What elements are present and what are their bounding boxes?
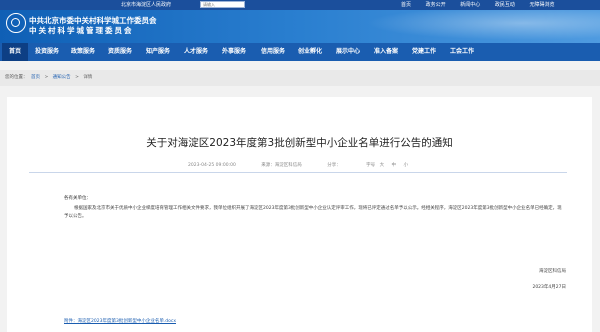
title-divider bbox=[29, 172, 567, 173]
nav-party[interactable]: 党建工作 bbox=[412, 43, 436, 61]
article-panel: 关于对海淀区2023年度第3批创新型中小企业名单进行公告的通知 2023-04-… bbox=[7, 97, 592, 332]
page-title: 关于对海淀区2023年度第3批创新型中小企业名单进行公告的通知 bbox=[146, 137, 453, 149]
nav-foreign[interactable]: 外事服务 bbox=[222, 43, 246, 61]
nav-ip[interactable]: 知产服务 bbox=[146, 43, 170, 61]
nav-talent[interactable]: 人才服务 bbox=[184, 43, 208, 61]
gov-link[interactable]: 北京市海淀区人民政府 bbox=[121, 1, 171, 8]
breadcrumb-separator: > bbox=[75, 75, 79, 80]
font-size-small[interactable]: 小 bbox=[403, 163, 408, 168]
sign-date: 2023年4月27日 bbox=[532, 285, 566, 290]
banner-decoration bbox=[340, 10, 600, 43]
top-link-interaction[interactable]: 政民互动 bbox=[495, 2, 515, 8]
nav-qualification[interactable]: 资质服务 bbox=[108, 43, 132, 61]
nav-investment[interactable]: 投资服务 bbox=[35, 43, 59, 61]
nav-policy[interactable]: 政策服务 bbox=[71, 43, 95, 61]
breadcrumb: 您的位置： 首页 > 通知公告 > 详情 bbox=[0, 70, 600, 86]
nav-exhibition[interactable]: 展示中心 bbox=[336, 43, 360, 61]
search-input[interactable]: 请输入 bbox=[200, 1, 245, 8]
font-size-control: 字号 大 中 小 bbox=[366, 163, 411, 168]
publish-date: 2023-04-25 09:00:00 bbox=[188, 163, 236, 168]
breadcrumb-home[interactable]: 首页 bbox=[31, 75, 40, 80]
main-nav: 首页 投资服务 政策服务 资质服务 知产服务 人才服务 外事服务 信用服务 创业… bbox=[0, 43, 600, 61]
signature: 海淀区科信局 bbox=[539, 269, 566, 274]
breadcrumb-current: 详情 bbox=[83, 75, 93, 80]
header-banner: 中共北京市委中关村科学城工作委员会 中关村科学城管理委员会 bbox=[0, 10, 600, 43]
nav-credit[interactable]: 信用服务 bbox=[261, 43, 285, 61]
share-label[interactable]: 分享： bbox=[327, 163, 341, 168]
top-strip: 北京市海淀区人民政府 请输入 首页 政务公开 新闻中心 政民互动 无障碍浏览 bbox=[0, 0, 600, 10]
top-link-gov-info[interactable]: 政务公开 bbox=[426, 2, 446, 8]
article-source: 来源：海淀区科信局 bbox=[261, 163, 302, 168]
article-body: 根据国家及北京市关于优质中小企业梯度培育管理工作相关文件要求，我单位组织开展了海… bbox=[64, 206, 562, 219]
top-link-home[interactable]: 首页 bbox=[401, 2, 411, 8]
nav-incubation[interactable]: 创业孵化 bbox=[298, 43, 322, 61]
nav-union[interactable]: 工会工作 bbox=[450, 43, 474, 61]
font-size-medium[interactable]: 中 bbox=[392, 163, 397, 168]
top-link-news[interactable]: 新闻中心 bbox=[460, 2, 480, 8]
top-links: 首页 政务公开 新闻中心 政民互动 无障碍浏览 bbox=[388, 1, 554, 8]
top-link-accessibility[interactable]: 无障碍浏览 bbox=[529, 2, 554, 8]
article-meta: 2023-04-25 09:00:00 来源：海淀区科信局 分享： 字号 大 中… bbox=[7, 162, 592, 168]
breadcrumb-notices[interactable]: 通知公告 bbox=[53, 75, 71, 80]
org-name-line2: 中关村科学城管理委员会 bbox=[29, 26, 134, 35]
font-size-large[interactable]: 大 bbox=[380, 163, 385, 168]
attachment-link[interactable]: 附件：海淀区2023年度第3批创新型中小企业名单.docx bbox=[64, 318, 176, 324]
greeting: 各有关单位： bbox=[64, 196, 91, 201]
nav-home[interactable]: 首页 bbox=[2, 43, 29, 61]
breadcrumb-label: 您的位置： bbox=[5, 75, 28, 80]
emblem-logo-icon bbox=[6, 13, 26, 33]
font-size-label: 字号 bbox=[366, 163, 376, 168]
nav-filing[interactable]: 准入备案 bbox=[374, 43, 398, 61]
breadcrumb-trail: 首页 > 通知公告 > 详情 bbox=[31, 70, 95, 86]
breadcrumb-separator: > bbox=[44, 75, 49, 80]
